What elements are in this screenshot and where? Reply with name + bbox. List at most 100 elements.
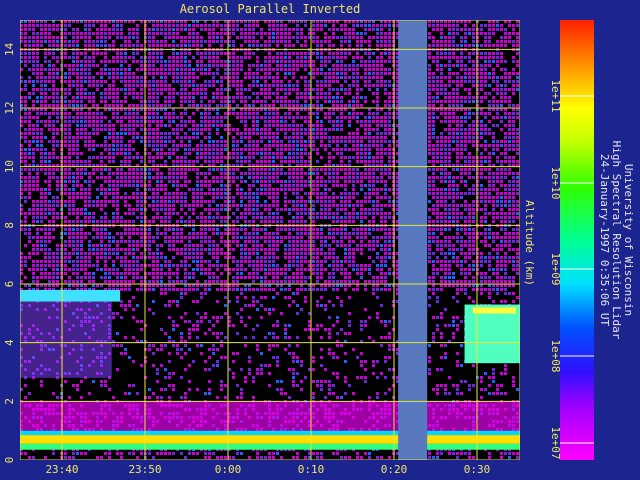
noise-cell (100, 228, 103, 231)
noise-cell (36, 180, 39, 183)
noise-cell (288, 236, 291, 239)
noise-cell (184, 192, 187, 195)
noise-cell (104, 268, 107, 271)
noise-cell (40, 148, 43, 151)
noise-cell (184, 160, 187, 163)
noise-cell (136, 168, 139, 171)
noise-cell (52, 156, 55, 159)
noise-cell (136, 152, 139, 155)
noise-cell (140, 328, 143, 331)
noise-cell (48, 128, 51, 131)
noise-cell (304, 96, 307, 99)
noise-cell (232, 256, 235, 259)
noise-cell (256, 344, 259, 347)
noise-cell (212, 96, 215, 99)
noise-cell (312, 380, 315, 383)
noise-cell (96, 168, 99, 171)
noise-cell (64, 92, 67, 95)
noise-cell (76, 64, 79, 67)
noise-cell (116, 152, 119, 155)
noise-cell (220, 316, 223, 319)
noise-cell (180, 280, 183, 283)
noise-cell (24, 40, 27, 43)
noise-cell (260, 140, 263, 143)
noise-cell (240, 320, 243, 323)
noise-cell (168, 176, 171, 179)
noise-cell (288, 68, 291, 71)
noise-cell (44, 204, 47, 207)
noise-cell (124, 80, 127, 83)
noise-cell (196, 204, 199, 207)
noise-cell (104, 176, 107, 179)
noise-cell (200, 112, 203, 115)
noise-cell (208, 180, 211, 183)
noise-cell (28, 152, 31, 155)
noise-cell (108, 172, 111, 175)
noise-cell (244, 248, 247, 251)
noise-cell (292, 184, 295, 187)
noise-cell (116, 24, 119, 27)
noise-cell (224, 172, 227, 175)
noise-cell (84, 72, 87, 75)
noise-cell (296, 252, 299, 255)
noise-cell (264, 168, 267, 171)
noise-cell (104, 220, 107, 223)
noise-cell (252, 192, 255, 195)
noise-cell (260, 32, 263, 35)
noise-cell (300, 264, 303, 267)
noise-cell (280, 40, 283, 43)
noise-cell (240, 200, 243, 203)
noise-cell (296, 100, 299, 103)
noise-cell (72, 172, 75, 175)
noise-cell (116, 196, 119, 199)
noise-cell (208, 240, 211, 243)
noise-cell (48, 172, 51, 175)
noise-cell (108, 200, 111, 203)
noise-cell (252, 236, 255, 239)
noise-cell (80, 160, 83, 163)
noise-cell (100, 40, 103, 43)
noise-cell (312, 64, 315, 67)
noise-cell (252, 148, 255, 151)
noise-cell (196, 144, 199, 147)
noise-cell (24, 168, 27, 171)
noise-cell (208, 116, 211, 119)
noise-cell (112, 236, 115, 239)
noise-cell (88, 188, 91, 191)
noise-cell (76, 228, 79, 231)
noise-cell (260, 212, 263, 215)
noise-cell (292, 240, 295, 243)
noise-cell (212, 56, 215, 59)
noise-cell (220, 252, 223, 255)
noise-cell (264, 32, 267, 35)
noise-cell (180, 56, 183, 59)
noise-cell (204, 288, 207, 291)
noise-cell (188, 264, 191, 267)
noise-cell (40, 68, 43, 71)
noise-cell (104, 140, 107, 143)
noise-cell (200, 200, 203, 203)
noise-cell (208, 144, 211, 147)
noise-cell (180, 72, 183, 75)
noise-cell (88, 160, 91, 163)
noise-cell (244, 260, 247, 263)
noise-cell (96, 236, 99, 239)
noise-cell (36, 252, 39, 255)
noise-cell (232, 236, 235, 239)
noise-cell (124, 276, 127, 279)
noise-cell (212, 208, 215, 211)
noise-cell (284, 52, 287, 55)
noise-cell (40, 196, 43, 199)
noise-cell (152, 276, 155, 279)
noise-cell (76, 96, 79, 99)
noise-cell (28, 212, 31, 215)
noise-cell (288, 32, 291, 35)
noise-cell (276, 292, 279, 295)
noise-cell (160, 144, 163, 147)
noise-cell (244, 212, 247, 215)
noise-cell (156, 200, 159, 203)
noise-cell (292, 120, 295, 123)
noise-cell (104, 72, 107, 75)
noise-cell (116, 180, 119, 183)
noise-cell (172, 76, 175, 79)
